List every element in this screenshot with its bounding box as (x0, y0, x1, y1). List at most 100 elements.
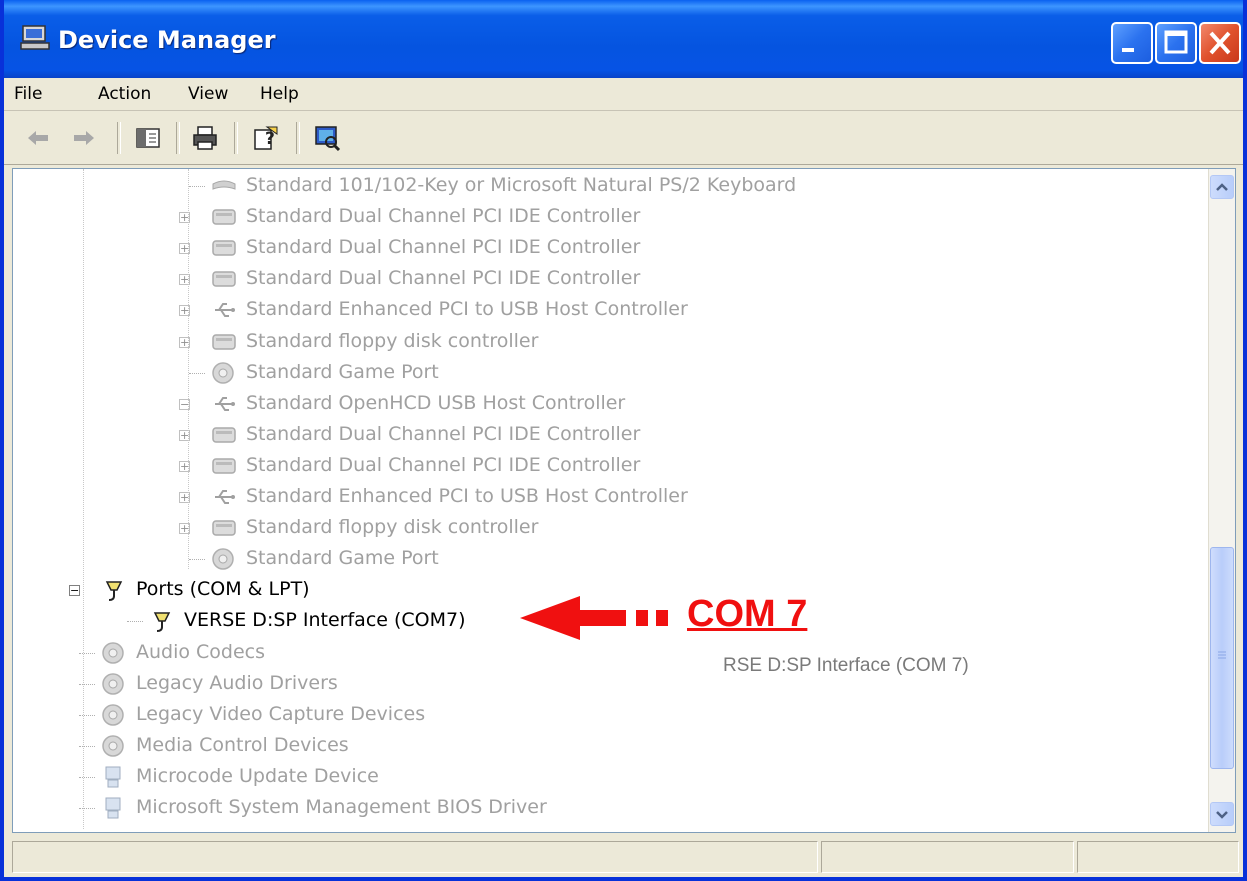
scan-hardware-icon[interactable] (313, 124, 341, 152)
computer-icon (105, 766, 121, 788)
tree-node-label: Standard floppy disk controller (246, 330, 539, 352)
tree-connector (79, 746, 95, 747)
tree-node[interactable]: Legacy Video Capture Devices (13, 701, 1203, 731)
close-button[interactable] (1199, 22, 1241, 64)
sound-icon (212, 548, 234, 570)
sound-icon (102, 704, 124, 726)
tree-node[interactable]: Standard 101/102-Key or Microsoft Natura… (13, 172, 1203, 202)
tree-node-label: Standard Dual Channel PCI IDE Controller (246, 267, 641, 289)
tree-node-label: Standard floppy disk controller (246, 516, 539, 538)
ide-controller-icon (212, 271, 236, 287)
print-icon[interactable] (191, 124, 219, 152)
tree-node[interactable]: + Standard floppy disk controller (13, 514, 1203, 544)
ide-controller-icon (212, 520, 236, 536)
toolbar: ? (4, 112, 1243, 165)
tree-node-label: Standard Dual Channel PCI IDE Controller (246, 454, 641, 476)
toolbar-separator (117, 122, 121, 154)
tree-node[interactable]: Standard Game Port (13, 359, 1203, 389)
tree-node[interactable]: + Standard Dual Channel PCI IDE Controlle… (13, 234, 1203, 264)
vertical-scrollbar[interactable] (1208, 169, 1235, 832)
maximize-icon (1164, 30, 1188, 54)
red-arrow-icon (520, 596, 668, 640)
tree-node[interactable]: Microcode Update Device (13, 763, 1203, 793)
device-tree-view[interactable]: Standard 101/102-Key or Microsoft Natura… (12, 168, 1236, 833)
tree-node-label: Standard Game Port (246, 361, 439, 383)
sound-icon (212, 362, 234, 384)
close-icon (1209, 31, 1231, 55)
title-bar[interactable]: Device Manager (4, 0, 1243, 78)
status-bar (4, 835, 1243, 877)
scroll-down-button[interactable] (1210, 802, 1234, 826)
menu-help[interactable]: Help (260, 84, 299, 104)
tree-node[interactable]: Legacy Audio Drivers (13, 670, 1203, 700)
tree-node[interactable]: + Standard Dual Channel PCI IDE Controlle… (13, 421, 1203, 451)
scroll-up-button[interactable] (1210, 175, 1234, 199)
tree-guide-line (83, 169, 84, 829)
tree-connector (79, 808, 95, 809)
tree-node-label: Legacy Audio Drivers (136, 672, 338, 694)
ide-controller-icon (212, 427, 236, 443)
tree-node[interactable]: Media Control Devices (13, 732, 1203, 762)
tree-connector (79, 777, 95, 778)
device-manager-icon (20, 25, 50, 50)
tree-connector (79, 653, 95, 654)
tree-node-label: Standard Enhanced PCI to USB Host Contro… (246, 298, 688, 320)
help-icon[interactable]: ? (251, 124, 279, 152)
port-icon (153, 612, 171, 632)
tree-node-label: VERSE D:SP Interface (COM7) (184, 609, 466, 631)
tree-connector (127, 621, 143, 622)
tree-connector (189, 186, 205, 187)
tree-node-label: Ports (COM & LPT) (136, 578, 310, 600)
back-icon[interactable] (24, 124, 52, 152)
tree-node-label: Standard Game Port (246, 547, 439, 569)
scrollbar-thumb[interactable] (1210, 547, 1234, 769)
tree-node[interactable]: + Standard Dual Channel PCI IDE Controlle… (13, 265, 1203, 295)
com-port-callout: COM 7 (687, 593, 808, 635)
tree-node[interactable]: + Standard Dual Channel PCI IDE Controlle… (13, 452, 1203, 482)
sound-icon (102, 642, 124, 664)
toolbar-separator (176, 122, 180, 154)
usb-icon (215, 303, 235, 317)
tree-node-label: Microcode Update Device (136, 765, 379, 787)
tree-connector (79, 684, 95, 685)
ide-controller-icon (212, 458, 236, 474)
collapse-toggle[interactable]: − (69, 585, 80, 596)
tree-node-label: Standard Dual Channel PCI IDE Controller (246, 423, 641, 445)
tree-connector (189, 373, 205, 374)
chevron-down-icon (1216, 811, 1228, 819)
status-pane-2 (821, 841, 1074, 873)
tree-guide-line (188, 169, 189, 569)
menu-action[interactable]: Action (98, 84, 151, 104)
tree-node[interactable]: Audio Codecs (13, 639, 1203, 669)
tree-node[interactable]: Microsoft System Management BIOS Driver (13, 794, 1203, 824)
tree-node[interactable]: + Standard Dual Channel PCI IDE Controlle… (13, 203, 1203, 233)
forward-icon[interactable] (70, 124, 98, 152)
tree-node[interactable]: + Standard floppy disk controller (13, 328, 1203, 358)
status-pane-3 (1077, 841, 1239, 873)
show-hide-console-tree-icon[interactable] (134, 124, 162, 152)
maximize-button[interactable] (1155, 22, 1197, 64)
chevron-up-icon (1216, 183, 1228, 191)
minimize-icon (1122, 48, 1134, 52)
sound-icon (102, 673, 124, 695)
menu-file[interactable]: File (14, 84, 42, 104)
window-title: Device Manager (58, 26, 276, 54)
tree-node-label: Standard 101/102-Key or Microsoft Natura… (246, 174, 797, 196)
tree-node[interactable]: + Standard Enhanced PCI to USB Host Contr… (13, 483, 1203, 513)
tree-node-label: Standard Dual Channel PCI IDE Controller (246, 236, 641, 258)
menu-view[interactable]: View (188, 84, 228, 104)
ide-controller-icon (212, 334, 236, 350)
tree-node[interactable]: − Standard OpenHCD USB Host Controller (13, 390, 1203, 420)
tree-connector (79, 715, 95, 716)
toolbar-separator (296, 122, 300, 154)
tree-node-label: Standard Enhanced PCI to USB Host Contro… (246, 485, 688, 507)
usb-icon (215, 397, 235, 411)
tree-node[interactable]: + Standard Enhanced PCI to USB Host Contr… (13, 296, 1203, 326)
minimize-button[interactable] (1111, 22, 1153, 64)
ide-controller-icon (212, 209, 236, 225)
computer-icon (105, 797, 121, 819)
ide-controller-icon (212, 240, 236, 256)
tree-node-label: Standard Dual Channel PCI IDE Controller (246, 205, 641, 227)
usb-icon (215, 490, 235, 504)
tree-node[interactable]: Standard Game Port (13, 545, 1203, 575)
